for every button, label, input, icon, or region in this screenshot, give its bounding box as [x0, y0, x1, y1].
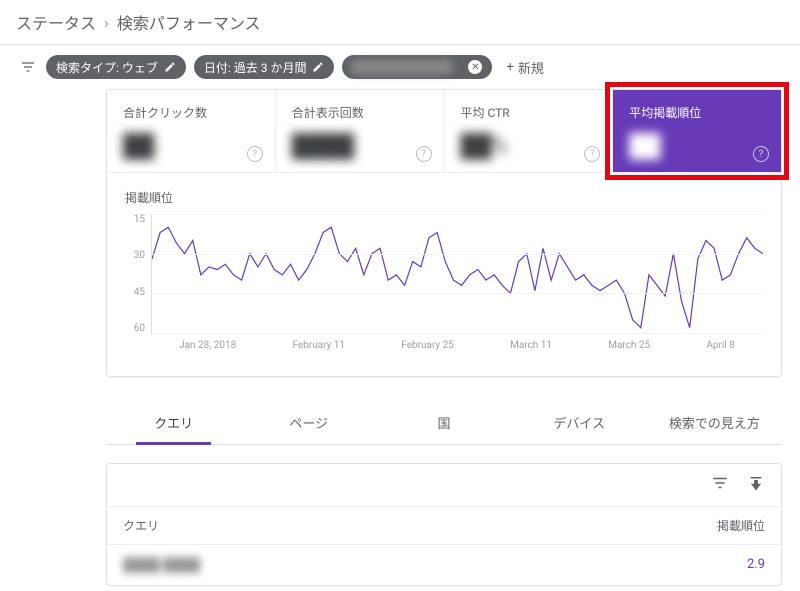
highlight-annotation [605, 82, 789, 180]
chart-area: 掲載順位 15304560 Jan 28, 2018February 11Feb… [107, 173, 781, 376]
chevron-right-icon: › [104, 13, 109, 32]
chart-title: 掲載順位 [125, 189, 763, 206]
help-icon[interactable]: ? [584, 146, 600, 162]
help-icon[interactable]: ? [416, 146, 432, 162]
metric-value: ██ [123, 133, 259, 159]
y-axis: 15304560 [125, 214, 145, 334]
metric-value: ██% [461, 133, 597, 159]
breadcrumb-current: 検索パフォーマンス [117, 10, 261, 34]
chip-label: 日付: 過去 3 か月間 [204, 59, 307, 76]
chip-redacted-content [352, 60, 452, 74]
filter-chip-search-type[interactable]: 検索タイプ: ウェブ [46, 55, 186, 79]
add-filter-label: 新規 [518, 58, 544, 77]
metric-label: 平均 CTR [461, 104, 597, 121]
table-toolbar [107, 464, 781, 506]
col-position[interactable]: 掲載順位 [717, 517, 765, 534]
table-row[interactable]: ████ ████ 2.9 [107, 545, 781, 585]
metric-value: ██ [629, 133, 765, 159]
tab-3[interactable]: デバイス [512, 401, 647, 444]
table-header: クエリ 掲載順位 [107, 506, 781, 545]
tab-1[interactable]: ページ [241, 401, 376, 444]
metric-avg-position[interactable]: 平均掲載順位 ██ ? [613, 90, 781, 172]
close-icon[interactable]: ✕ [468, 60, 482, 74]
chip-label: 検索タイプ: ウェブ [56, 59, 158, 76]
filter-chip-date[interactable]: 日付: 過去 3 か月間 [194, 55, 335, 79]
chart-line [152, 214, 763, 333]
metric-label: 合計クリック数 [123, 104, 259, 121]
row-query: ████ ████ [123, 557, 200, 573]
tabs: クエリページ国デバイス検索での見え方 [106, 401, 782, 445]
tab-0[interactable]: クエリ [106, 401, 241, 444]
filter-icon[interactable] [711, 474, 729, 496]
row-position: 2.9 [747, 557, 765, 573]
metric-total-clicks[interactable]: 合計クリック数 ██ ? [107, 90, 276, 172]
help-icon[interactable]: ? [247, 146, 263, 162]
position-chart: 15304560 Jan 28, 2018February 11February… [125, 214, 763, 354]
filter-bar: 検索タイプ: ウェブ 日付: 過去 3 か月間 ✕ + 新規 [0, 45, 800, 89]
metrics-row: 合計クリック数 ██ ? 合計表示回数 ████ ? 平均 CTR ██% ? … [107, 90, 781, 173]
filter-chip-redacted[interactable]: ✕ [342, 55, 492, 79]
metric-value: ████ [292, 133, 428, 159]
x-axis: Jan 28, 2018February 11February 25March … [151, 336, 763, 354]
add-filter-button[interactable]: + 新規 [500, 58, 543, 77]
pencil-icon [164, 61, 176, 73]
tab-4[interactable]: 検索での見え方 [647, 401, 782, 444]
metric-total-impressions[interactable]: 合計表示回数 ████ ? [276, 90, 445, 172]
chart-plot [151, 214, 763, 334]
performance-card: 合計クリック数 ██ ? 合計表示回数 ████ ? 平均 CTR ██% ? … [106, 89, 782, 377]
metric-label: 合計表示回数 [292, 104, 428, 121]
pencil-icon [312, 61, 324, 73]
breadcrumb-root[interactable]: ステータス [16, 10, 96, 34]
plus-icon: + [506, 60, 513, 75]
download-icon[interactable] [747, 474, 765, 496]
filter-icon[interactable] [18, 57, 38, 77]
col-query[interactable]: クエリ [123, 517, 159, 534]
metric-label: 平均掲載順位 [629, 104, 765, 121]
help-icon[interactable]: ? [753, 146, 769, 162]
tab-2[interactable]: 国 [376, 401, 511, 444]
query-table-card: クエリ 掲載順位 ████ ████ 2.9 [106, 463, 782, 586]
breadcrumb: ステータス › 検索パフォーマンス [0, 0, 800, 45]
metric-avg-ctr[interactable]: 平均 CTR ██% ? [445, 90, 614, 172]
